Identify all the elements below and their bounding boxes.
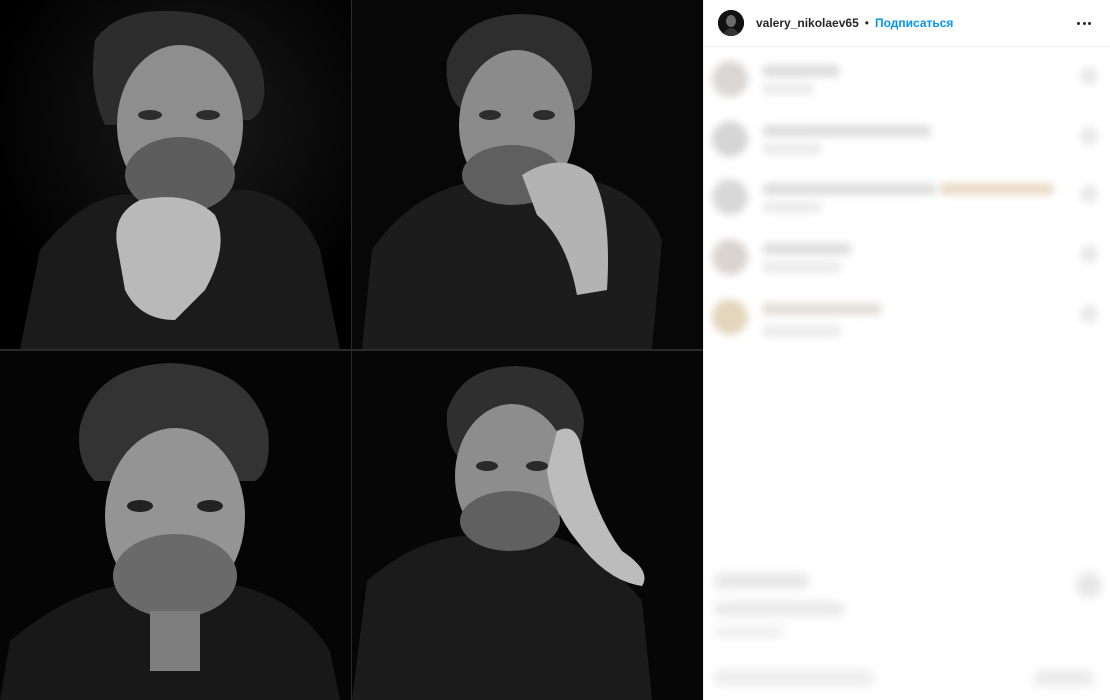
collage-divider xyxy=(0,349,703,351)
blurred-comment-meta xyxy=(762,325,842,337)
blurred-post-button xyxy=(1034,670,1094,686)
username[interactable]: valery_nikolaev65 xyxy=(756,16,859,30)
blurred-comment-text xyxy=(762,303,882,315)
photo-tile-1 xyxy=(0,0,351,349)
avatar[interactable] xyxy=(718,10,744,36)
avatar xyxy=(712,61,748,97)
separator-dot: • xyxy=(864,16,869,30)
photo-tile-4 xyxy=(352,351,703,700)
avatar xyxy=(712,179,748,215)
blurred-comment-input xyxy=(714,670,874,686)
post-header: valery_nikolaev65 • Подписаться xyxy=(704,0,1110,47)
list-item xyxy=(704,47,1110,97)
avatar xyxy=(712,121,748,157)
more-horizontal-icon[interactable] xyxy=(1072,11,1096,35)
user-avatar-icon xyxy=(718,10,744,36)
blurred-emoji xyxy=(939,183,1054,195)
list-item xyxy=(704,225,1110,275)
blurred-comment-text xyxy=(762,243,852,255)
list-item xyxy=(704,107,1110,157)
blurred-comment-text xyxy=(762,183,937,195)
photo-tile-2 xyxy=(352,0,703,349)
heart-icon xyxy=(1080,305,1098,323)
portrait-photo xyxy=(352,351,703,700)
follow-button[interactable]: Подписаться xyxy=(875,16,953,30)
blurred-comment-meta xyxy=(762,261,842,273)
blurred-comment-text xyxy=(762,65,840,77)
heart-icon xyxy=(1080,245,1098,263)
portrait-photo xyxy=(0,351,351,700)
portrait-photo xyxy=(0,0,351,349)
instagram-post: valery_nikolaev65 • Подписаться xyxy=(0,0,1110,700)
heart-icon xyxy=(1080,67,1098,85)
blurred-comment-meta xyxy=(762,83,814,95)
bookmark-icon xyxy=(1076,572,1102,598)
avatar xyxy=(712,299,748,335)
photo-tile-3 xyxy=(0,351,351,700)
blurred-text xyxy=(714,626,784,638)
blurred-comment-meta xyxy=(762,143,822,155)
portrait-photo xyxy=(352,0,703,349)
blurred-comment-text xyxy=(762,125,932,137)
post-sidebar: valery_nikolaev65 • Подписаться xyxy=(703,0,1110,700)
blurred-text xyxy=(714,602,844,616)
avatar xyxy=(712,239,748,275)
heart-icon xyxy=(1080,127,1098,145)
list-item xyxy=(704,285,1110,337)
blurred-comment-meta xyxy=(762,201,822,213)
heart-icon xyxy=(1080,185,1098,203)
list-item xyxy=(704,165,1110,215)
post-media[interactable] xyxy=(0,0,703,700)
blurred-text xyxy=(714,574,809,588)
